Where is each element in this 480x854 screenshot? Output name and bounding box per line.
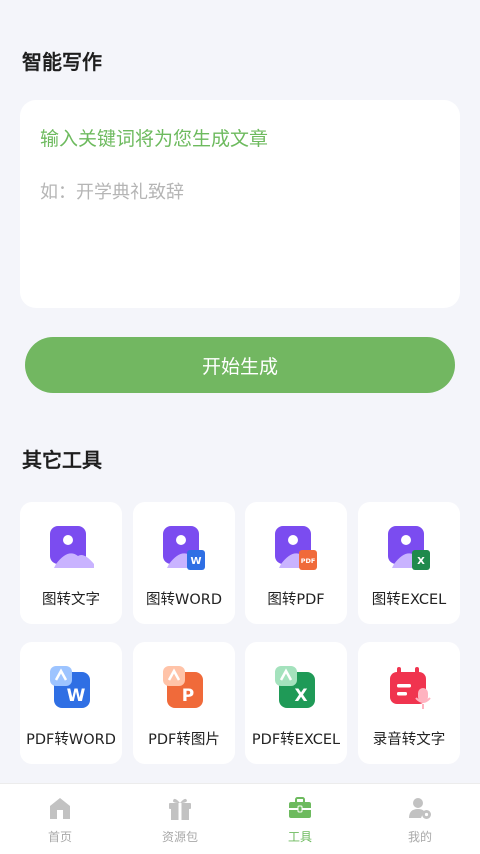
user-settings-icon [409, 798, 431, 819]
image-to-excel-icon: X [388, 526, 430, 570]
svg-text:P: P [182, 686, 194, 706]
toolbox-icon [289, 797, 311, 818]
tool-label: 图转EXCEL [371, 592, 447, 608]
tool-label: 图转WORD [146, 592, 222, 608]
svg-text:X: X [294, 686, 307, 706]
pdf-to-word-icon: W [50, 666, 90, 708]
svg-text:W: W [67, 686, 86, 706]
tab-tools[interactable]: 工具 [240, 784, 360, 854]
svg-text:X: X [417, 556, 425, 567]
tool-label: PDF转图片 [148, 732, 220, 748]
image-icon [50, 526, 94, 568]
tab-resources[interactable]: 资源包 [120, 784, 240, 854]
bottom-tab-bar: 首页 资源包 工具 我的 [0, 783, 480, 854]
tool-image-to-word[interactable]: W 图转WORD [133, 502, 235, 624]
tool-label: 图转文字 [42, 592, 100, 608]
tab-label: 资源包 [161, 830, 198, 844]
keyword-hint: 输入关键词将为您生成文章 [40, 128, 269, 150]
tool-image-to-pdf[interactable]: PDF 图转PDF [245, 502, 347, 624]
tool-image-to-excel[interactable]: X 图转EXCEL [358, 502, 460, 624]
image-to-word-icon: W [163, 526, 205, 570]
tab-label: 工具 [287, 830, 312, 844]
tool-pdf-to-image[interactable]: P PDF转图片 [133, 642, 235, 764]
tool-image-to-text[interactable]: 图转文字 [20, 502, 122, 624]
svg-text:PDF: PDF [301, 557, 316, 565]
tool-pdf-to-excel[interactable]: X PDF转EXCEL [245, 642, 347, 764]
tab-mine[interactable]: 我的 [360, 784, 480, 854]
write-section-title: 智能写作 [22, 50, 102, 74]
tab-home[interactable]: 首页 [0, 784, 120, 854]
keyword-placeholder: 如：开学典礼致辞 [40, 182, 184, 203]
pdf-to-image-icon: P [163, 666, 203, 708]
tool-pdf-to-word[interactable]: W PDF转WORD [20, 642, 122, 764]
tools-section-title: 其它工具 [22, 448, 102, 472]
gift-icon [169, 798, 191, 820]
image-to-pdf-icon: PDF [275, 526, 317, 570]
tool-label: 图转PDF [267, 592, 325, 608]
tool-label: PDF转EXCEL [251, 732, 341, 748]
recording-to-text-icon [390, 667, 431, 709]
svg-text:W: W [190, 556, 201, 567]
tool-label: 录音转文字 [372, 732, 446, 748]
keyword-input-area[interactable]: 输入关键词将为您生成文章 如：开学典礼致辞 [20, 100, 460, 308]
tool-label: PDF转WORD [26, 732, 116, 748]
start-generate-button[interactable]: 开始生成 [25, 337, 455, 393]
tab-label: 首页 [47, 830, 72, 844]
home-icon [50, 798, 70, 819]
pdf-to-excel-icon: X [275, 666, 315, 708]
tool-recording-to-text[interactable]: 录音转文字 [358, 642, 460, 764]
tab-label: 我的 [407, 830, 432, 844]
